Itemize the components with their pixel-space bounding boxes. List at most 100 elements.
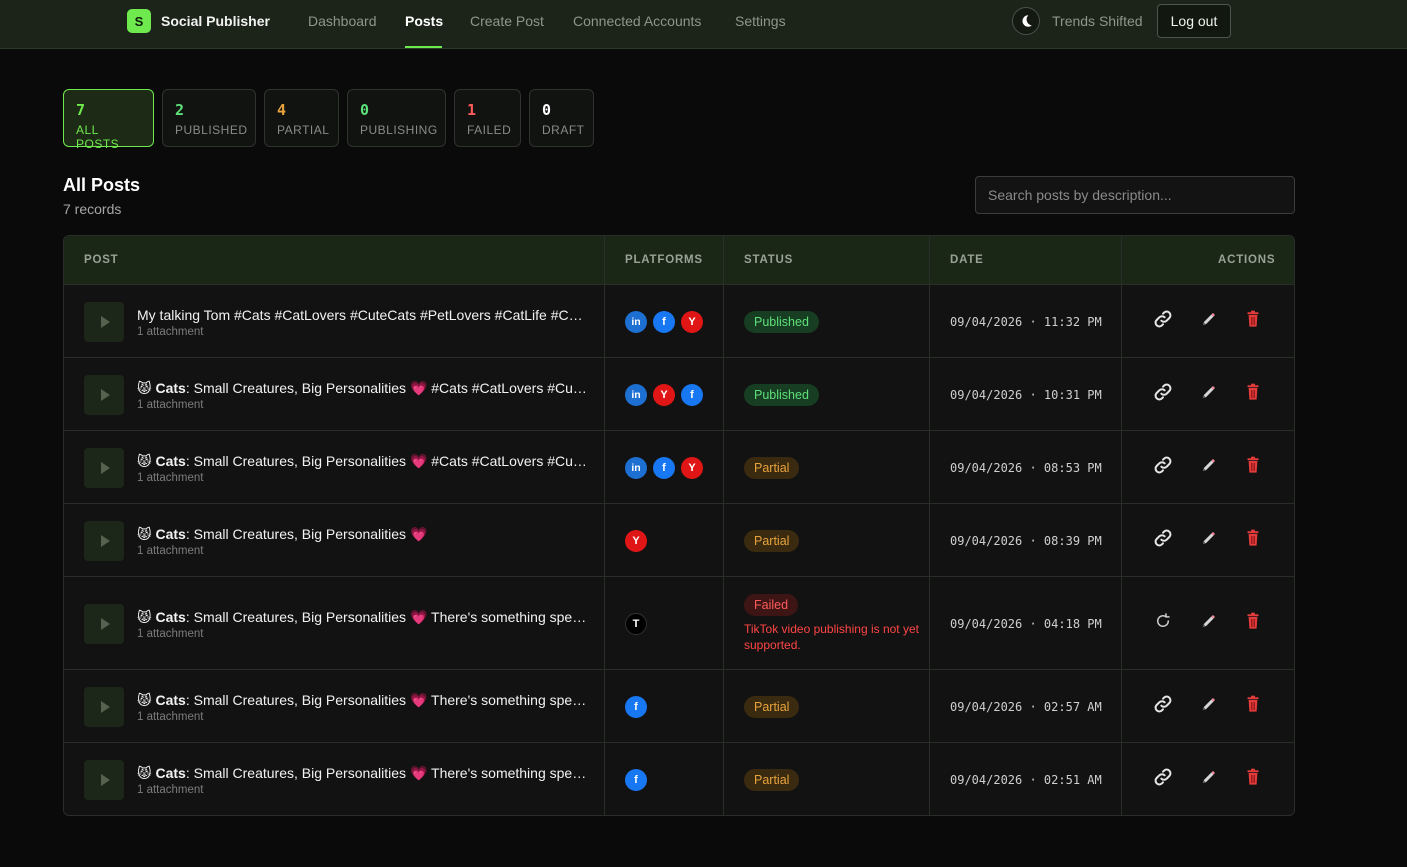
search-input[interactable] — [975, 176, 1295, 214]
table-row[interactable]: 😾 Cats: Small Creatures, Big Personaliti… — [64, 577, 1294, 670]
nav-create-post[interactable]: Create Post — [470, 13, 544, 29]
status-badge: Published — [744, 383, 819, 406]
table-row[interactable]: My talking Tom #Cats #CatLovers #CuteCat… — [64, 285, 1294, 358]
post-date: 09/04/2026 · 10:31 PM — [950, 387, 1102, 402]
tiktok-icon: T — [625, 612, 647, 635]
video-thumbnail[interactable] — [84, 447, 124, 488]
post-title[interactable]: My talking Tom #Cats #CatLovers #CuteCat… — [137, 307, 587, 323]
youtube-icon: Y — [653, 383, 675, 406]
retry-button[interactable] — [1151, 612, 1175, 636]
delete-button[interactable] — [1241, 456, 1265, 480]
link-icon — [1153, 455, 1173, 480]
trash-icon — [1245, 383, 1261, 406]
attachment-count: 1 attachment — [137, 325, 204, 338]
table-row[interactable]: 😾 Cats: Small Creatures, Big Personaliti… — [64, 743, 1294, 815]
stat-card-published[interactable]: 2 PUBLISHED — [162, 89, 256, 147]
trash-icon — [1245, 310, 1261, 333]
copy-link-button[interactable] — [1151, 383, 1175, 407]
post-emoji: 😾 — [137, 525, 152, 542]
delete-button[interactable] — [1241, 768, 1265, 792]
delete-button[interactable] — [1241, 695, 1265, 719]
youtube-icon: Y — [625, 529, 647, 552]
video-thumbnail[interactable] — [84, 301, 124, 342]
edit-button[interactable] — [1196, 310, 1220, 334]
attachment-count: 1 attachment — [137, 710, 204, 723]
link-icon — [1153, 767, 1173, 792]
nav-dashboard[interactable]: Dashboard — [308, 13, 377, 29]
nav-connected-accounts[interactable]: Connected Accounts — [573, 13, 701, 29]
logout-button[interactable]: Log out — [1157, 4, 1231, 38]
post-title[interactable]: 😾 Cats: Small Creatures, Big Personaliti… — [137, 609, 587, 626]
post-date: 09/04/2026 · 04:18 PM — [950, 616, 1102, 631]
facebook-icon: f — [653, 456, 675, 479]
delete-button[interactable] — [1241, 310, 1265, 334]
stat-label: FAILED — [467, 123, 512, 137]
post-title-bold: Cats — [155, 691, 186, 708]
edit-button[interactable] — [1196, 529, 1220, 553]
column-divider — [1121, 236, 1122, 815]
retry-icon — [1154, 612, 1172, 635]
table-row[interactable]: 😾 Cats: Small Creatures, Big Personaliti… — [64, 670, 1294, 743]
post-title-text: My talking Tom #Cats #CatLovers #CuteCat… — [137, 306, 587, 323]
brand-name: Social Publisher — [161, 13, 270, 29]
table-row[interactable]: 😾 Cats: Small Creatures, Big Personaliti… — [64, 431, 1294, 504]
video-thumbnail[interactable] — [84, 374, 124, 415]
linkedin-icon: in — [625, 456, 647, 479]
table-row[interactable]: 😾 Cats: Small Creatures, Big Personaliti… — [64, 504, 1294, 577]
stat-count: 0 — [360, 101, 370, 119]
post-emoji: 😾 — [137, 379, 152, 396]
copy-link-button[interactable] — [1151, 529, 1175, 553]
copy-link-button[interactable] — [1151, 695, 1175, 719]
table-row[interactable]: 😾 Cats: Small Creatures, Big Personaliti… — [64, 358, 1294, 431]
copy-link-button[interactable] — [1151, 310, 1175, 334]
stat-label: PUBLISHING — [360, 123, 438, 137]
video-thumbnail[interactable] — [84, 520, 124, 561]
post-emoji: 😾 — [137, 764, 152, 781]
post-title[interactable]: 😾 Cats: Small Creatures, Big Personaliti… — [137, 692, 587, 709]
edit-button[interactable] — [1196, 768, 1220, 792]
stat-card-failed[interactable]: 1 FAILED — [454, 89, 521, 147]
edit-button[interactable] — [1196, 456, 1220, 480]
edit-button[interactable] — [1196, 612, 1220, 636]
stat-card-partial[interactable]: 4 PARTIAL — [264, 89, 339, 147]
link-icon — [1153, 382, 1173, 407]
copy-link-button[interactable] — [1151, 768, 1175, 792]
pencil-icon — [1200, 530, 1217, 552]
post-emoji: 😾 — [137, 691, 152, 708]
post-title[interactable]: 😾 Cats: Small Creatures, Big Personaliti… — [137, 380, 587, 397]
video-thumbnail[interactable] — [84, 686, 124, 727]
pencil-icon — [1200, 769, 1217, 791]
nav-settings[interactable]: Settings — [735, 13, 786, 29]
theme-toggle[interactable] — [1012, 7, 1040, 35]
delete-button[interactable] — [1241, 529, 1265, 553]
link-icon — [1153, 309, 1173, 334]
stat-card-all-posts[interactable]: 7 ALL POSTS — [63, 89, 154, 151]
edit-button[interactable] — [1196, 695, 1220, 719]
status-badge: Failed — [744, 594, 799, 616]
post-title[interactable]: 😾 Cats: Small Creatures, Big Personaliti… — [137, 526, 587, 543]
stat-card-publishing[interactable]: 0 PUBLISHING — [347, 89, 446, 147]
stat-label: PUBLISHED — [175, 123, 248, 137]
nav-posts[interactable]: Posts — [405, 13, 443, 29]
pencil-icon — [1200, 384, 1217, 406]
stat-count: 0 — [542, 101, 552, 119]
status-badge: Partial — [744, 456, 800, 479]
video-thumbnail[interactable] — [84, 759, 124, 800]
top-nav: S Social Publisher Dashboard Posts Creat… — [0, 0, 1407, 49]
edit-button[interactable] — [1196, 383, 1220, 407]
record-count: 7 records — [63, 201, 122, 217]
post-title[interactable]: 😾 Cats: Small Creatures, Big Personaliti… — [137, 765, 587, 782]
pencil-icon — [1200, 311, 1217, 333]
post-title-bold: Cats — [155, 608, 186, 625]
delete-button[interactable] — [1241, 612, 1265, 636]
post-emoji: 😾 — [137, 452, 152, 469]
delete-button[interactable] — [1241, 383, 1265, 407]
platform-list: f — [625, 768, 647, 791]
stat-card-draft[interactable]: 0 DRAFT — [529, 89, 594, 147]
post-title[interactable]: 😾 Cats: Small Creatures, Big Personaliti… — [137, 453, 587, 470]
copy-link-button[interactable] — [1151, 456, 1175, 480]
brand[interactable]: S Social Publisher — [127, 9, 270, 33]
moon-icon — [1022, 15, 1032, 27]
stat-label: DRAFT — [542, 123, 585, 137]
video-thumbnail[interactable] — [84, 603, 124, 644]
